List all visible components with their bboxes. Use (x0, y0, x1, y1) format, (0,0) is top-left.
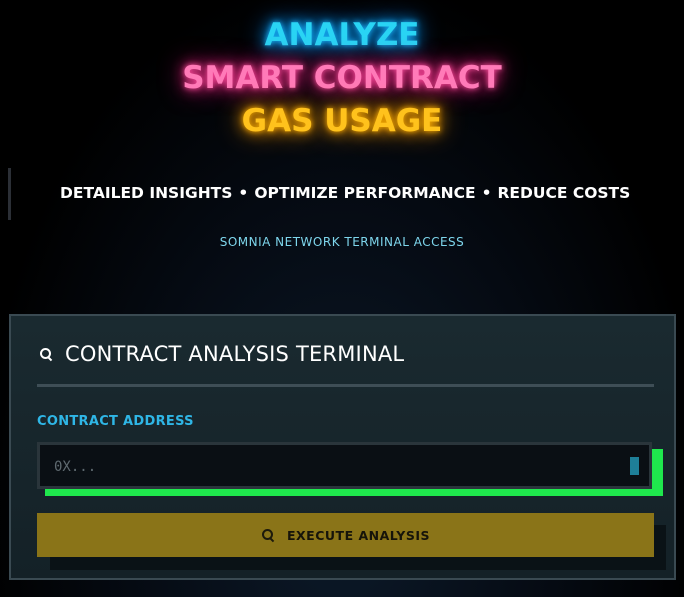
execute-analysis-label: EXECUTE ANALYSIS (287, 527, 430, 543)
terminal-cursor (630, 457, 639, 475)
search-icon (39, 347, 53, 362)
tagline-separator: • (481, 184, 492, 202)
contract-address-field[interactable] (37, 442, 652, 489)
panel-divider (37, 384, 654, 387)
search-icon (261, 528, 275, 543)
hero-title-smart-contract: SMART CONTRACT (182, 60, 502, 96)
decorative-side-bar (8, 168, 11, 220)
contract-address-input[interactable] (52, 445, 616, 488)
tagline-item-reduce: REDUCE COSTS (497, 184, 631, 202)
contract-address-label: CONTRACT ADDRESS (37, 414, 194, 429)
tagline-separator: • (238, 184, 249, 202)
hero-title-analyze: ANALYZE (264, 17, 420, 53)
tagline-item-optimize: OPTIMIZE PERFORMANCE (254, 184, 476, 202)
network-subtitle: SOMNIA NETWORK TERMINAL ACCESS (219, 235, 465, 249)
tagline-item-insights: DETAILED INSIGHTS (60, 184, 233, 202)
panel-title: CONTRACT ANALYSIS TERMINAL (65, 342, 405, 366)
hero-title-gas-usage: GAS USAGE (241, 103, 443, 139)
page: ANALYZE SMART CONTRACT GAS USAGE DETAILE… (0, 0, 684, 597)
execute-analysis-button[interactable]: EXECUTE ANALYSIS (37, 513, 654, 557)
panel-header: CONTRACT ANALYSIS TERMINAL (39, 342, 404, 366)
tagline: DETAILED INSIGHTS • OPTIMIZE PERFORMANCE • R… (60, 184, 630, 202)
analysis-panel: CONTRACT ANALYSIS TERMINAL CONTRACT ADDR… (9, 314, 676, 580)
